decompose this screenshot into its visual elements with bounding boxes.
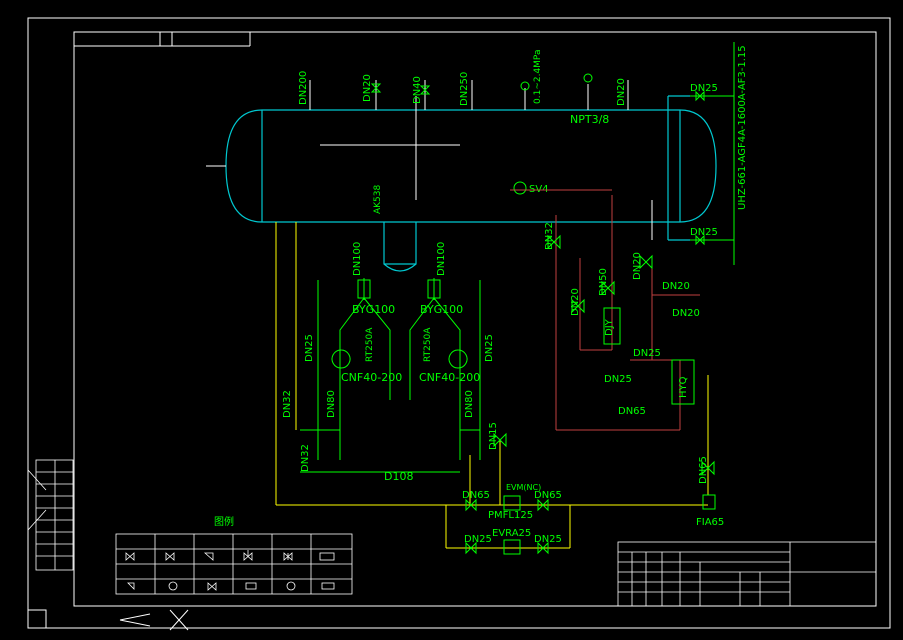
angle-stop-valve-icon [203,552,214,561]
title-block [617,541,877,607]
nozzle-label-2: DN20 [362,74,373,102]
dn50-label: DN50 [598,268,609,296]
dn65-bottom-left-label: DN65 [462,490,490,501]
pressure-gauge-label: 0.1~2.4MPa [533,50,543,104]
legend-table [115,533,353,595]
djy-label: DJY [604,318,615,336]
npt-label: NPT3/8 [570,113,609,126]
legend-title: 图例 [214,515,234,528]
dn20-b-label: DN20 [632,252,643,280]
dn100-right-label: DN100 [436,242,447,276]
check-valve-icon [283,552,293,561]
corner-box [27,609,47,629]
throttle-valve-icon [165,552,175,561]
safety-valve-icon [127,582,135,590]
dn32-b-label: DN32 [300,444,311,472]
dn80-right-label: DN80 [464,390,475,418]
pressure-gauge-icon [286,581,296,591]
globe-valve-icon [125,552,135,561]
sight-glass-icon [321,582,335,590]
hyq-label: HYQ [678,376,689,398]
dn25-bottom-left-label: DN25 [464,534,492,545]
receiver-tank [225,95,717,272]
dn25-right-b-label: DN25 [604,374,632,385]
left-revision-strip [27,459,74,571]
dn20-d-label: DN20 [672,308,700,319]
evm-label: EVM(NC) [506,483,541,492]
dn25-bottom-right-label: DN25 [534,534,562,545]
solenoid-valve-icon [243,550,253,561]
level-gauge-label: AK538 [373,184,383,214]
dn20-a-label: DN20 [570,288,581,316]
pmfl-label: PMFL125 [488,510,533,521]
rt-left-label: RT250A [365,327,375,362]
byg-right-label: BYG100 [420,303,463,316]
header-label: D108 [384,470,413,483]
dn65-right-label: DN65 [618,406,646,417]
dn25-right-label: DN25 [633,348,661,359]
tank-top-nozzles [206,80,653,240]
strainer-icon [319,552,335,561]
dn25-pump-right-label: DN25 [484,334,495,362]
pump-icon [168,581,178,591]
byg-left-label: BYG100 [352,303,395,316]
dn15-label: DN15 [488,422,499,450]
top-nozzle-labels: DN200 DN20 DN40 DN250 DN20 [298,71,627,106]
pump-lines-yellow [275,222,709,549]
evra-label: EVRA25 [492,528,531,539]
pid-drawing-canvas: UHZ-661-AGF4A-1600A-AF3-1.15 DN200 DN20 … [27,17,891,631]
dn65-right-b-label: DN65 [698,456,709,484]
rt-right-label: RT250A [423,327,433,362]
pressure-reducing-valve-icon [245,582,257,590]
float-valve-icon [207,582,217,591]
cnf-right-label: CNF40-200 [419,371,480,384]
dn32-c-label: DN32 [544,222,555,250]
fia-label: FIA65 [696,517,724,528]
dn25-pump-left-label: DN25 [304,334,315,362]
dn32-a-label: DN32 [282,390,293,418]
nozzle-label-1: DN200 [298,71,309,105]
nozzle-label-5: DN20 [616,78,627,106]
dn80-left-label: DN80 [326,390,337,418]
dn100-left-label: DN100 [352,242,363,276]
nozzle-label-4: DN250 [459,72,470,106]
legend-icons [125,550,335,591]
cross-mark [119,609,189,631]
side-line-label: UHZ-661-AGF4A-1600A-AF3-1.15 [737,45,748,210]
nozzle-label-3: DN40 [412,76,423,104]
cnf-left-label: CNF40-200 [341,371,402,384]
dn20-c-label: DN20 [662,281,690,292]
